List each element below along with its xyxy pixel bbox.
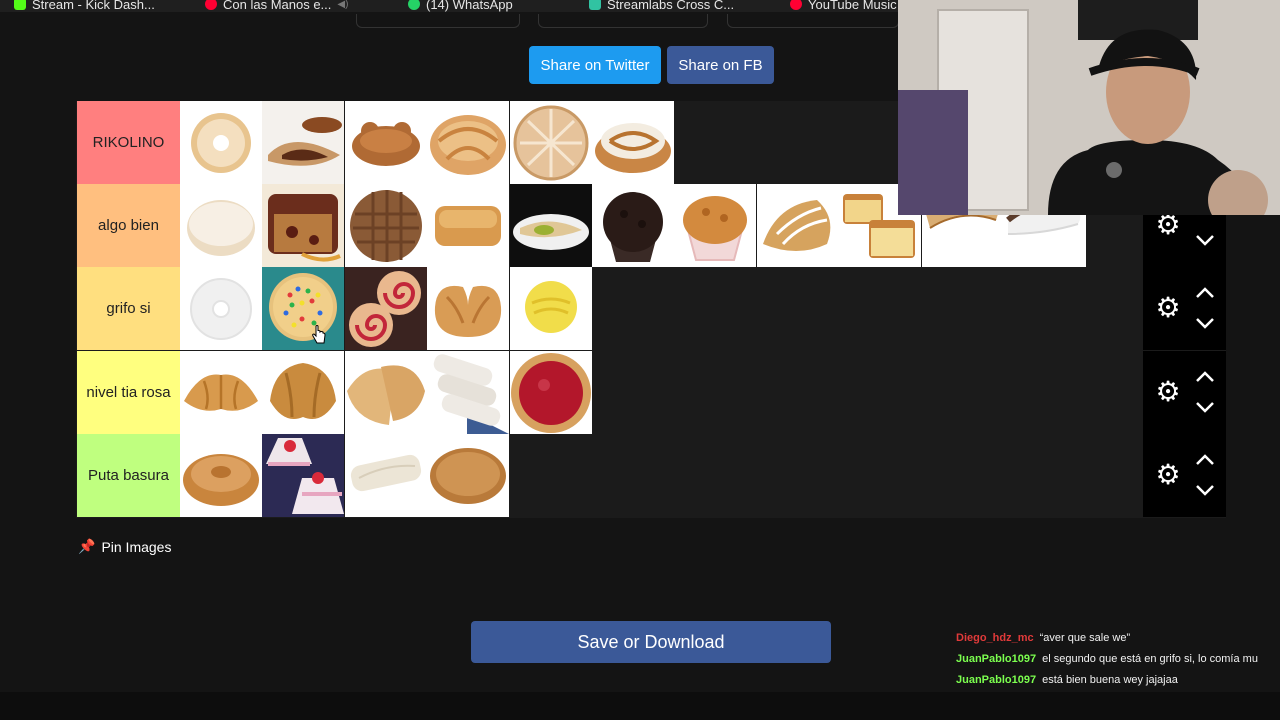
bottom-bar [0,692,1280,720]
food-image[interactable] [427,434,509,517]
food-image[interactable] [180,267,262,350]
chat-text: el segundo que está en grifo si, lo comí… [1042,653,1258,665]
food-image[interactable] [180,101,262,184]
chevron-down-icon[interactable] [1195,234,1215,248]
food-image[interactable] [345,267,427,350]
bookmark-youtube-music[interactable]: YouTube Music [790,0,897,12]
food-image[interactable] [510,351,592,434]
food-image[interactable] [180,184,262,267]
tab-edge [356,14,520,28]
share-fb-button[interactable]: Share on FB [667,46,774,84]
food-image[interactable] [510,267,592,350]
chat-text: “aver que sale we” [1039,632,1131,644]
share-twitter-button[interactable]: Share on Twitter [529,46,661,84]
gear-icon[interactable]: ⚙ [1153,460,1183,490]
food-image[interactable] [262,184,344,267]
tier-row: grifo si ⚙ [76,267,1226,350]
pushpin-icon: 📌 [78,538,96,554]
food-image[interactable] [262,267,344,350]
gear-icon[interactable]: ⚙ [1153,293,1183,323]
bookmark-kick[interactable]: Stream - Kick Dash... [14,0,155,12]
bookmark-label: Streamlabs Cross C... [607,0,735,12]
save-download-button[interactable]: Save or Download [471,621,831,663]
food-image[interactable] [427,351,509,434]
chevron-down-icon[interactable] [1195,401,1215,415]
tier-items[interactable] [180,434,1143,517]
kick-icon [14,0,26,10]
tab-edge [538,14,708,28]
chevron-down-icon[interactable] [1195,484,1215,498]
tier-label[interactable]: RIKOLINO [77,101,180,184]
youtube-music-icon [790,0,802,10]
food-image[interactable] [345,184,427,267]
pin-images-toggle[interactable]: 📌 Pin Images [78,538,171,555]
food-image[interactable] [757,184,839,267]
tier-controls: ⚙ [1143,434,1226,517]
food-image[interactable] [427,267,509,350]
tier-items[interactable] [180,351,1143,434]
speaker-muted-icon: ◀︎) [337,0,349,10]
food-image[interactable] [510,184,592,267]
tier-controls: ⚙ [1143,267,1226,350]
chat-message: Diego_hdz_mc “aver que sale we” [956,628,1280,649]
chat-message: JuanPablo1097 está bien buena wey jajajaa [956,670,1280,691]
food-image[interactable] [180,351,262,434]
tier-row: nivel tia rosa ⚙ [76,351,1226,434]
tab-edge [727,14,899,28]
bookmarks-bar: Stream - Kick Dash... Con las Manos e...… [0,0,900,12]
food-image[interactable] [345,351,427,434]
tier-label[interactable]: grifo si [77,267,180,350]
chevron-down-icon[interactable] [1195,317,1215,331]
food-image[interactable] [262,351,344,434]
food-image[interactable] [592,101,674,184]
whatsapp-icon [408,0,420,10]
food-image[interactable] [345,434,427,517]
webcam-overlay [898,0,1280,215]
tier-label[interactable]: algo bien [77,184,180,267]
bookmark-label: YouTube Music [808,0,897,12]
bookmark-con-las-manos[interactable]: Con las Manos e... ◀︎) [205,0,348,12]
food-image[interactable] [427,101,509,184]
bookmark-label: (14) WhatsApp [426,0,513,12]
youtube-music-icon [205,0,217,10]
chat-username: JuanPablo1097 [956,674,1037,686]
hand-cursor-icon [312,325,326,344]
food-image[interactable] [345,101,427,184]
chat-message: JuanPablo1097 el segundo que está en grif… [956,649,1280,670]
pin-images-label: Pin Images [101,538,172,555]
food-image[interactable] [510,101,592,184]
stream-chat: Diego_hdz_mc “aver que sale we” JuanPablo… [956,628,1280,691]
chevron-up-icon[interactable] [1195,452,1215,466]
food-image[interactable] [262,101,344,184]
chevron-up-icon[interactable] [1195,369,1215,383]
food-image[interactable] [180,434,262,517]
streamlabs-icon [589,0,601,10]
food-image[interactable] [674,184,756,267]
bookmark-label: Stream - Kick Dash... [32,0,155,12]
screen: Stream - Kick Dash... Con las Manos e...… [0,0,1280,720]
bookmark-whatsapp[interactable]: (14) WhatsApp [408,0,513,12]
tier-label[interactable]: Puta basura [77,434,180,517]
food-image[interactable] [262,434,344,517]
bookmark-streamlabs[interactable]: Streamlabs Cross C... [589,0,734,12]
gear-icon[interactable]: ⚙ [1153,377,1183,407]
chat-text: está bien buena wey jajajaa [1042,674,1178,686]
bookmark-label: Con las Manos e... [223,0,332,12]
food-image[interactable] [427,184,509,267]
chevron-up-icon[interactable] [1195,285,1215,299]
tier-label[interactable]: nivel tia rosa [77,351,180,434]
tier-controls: ⚙ [1143,351,1226,434]
food-image[interactable] [592,184,674,267]
chat-username: Diego_hdz_mc [956,632,1034,644]
chat-username: JuanPablo1097 [956,653,1037,665]
tier-row: Puta basura ⚙ [76,434,1226,517]
